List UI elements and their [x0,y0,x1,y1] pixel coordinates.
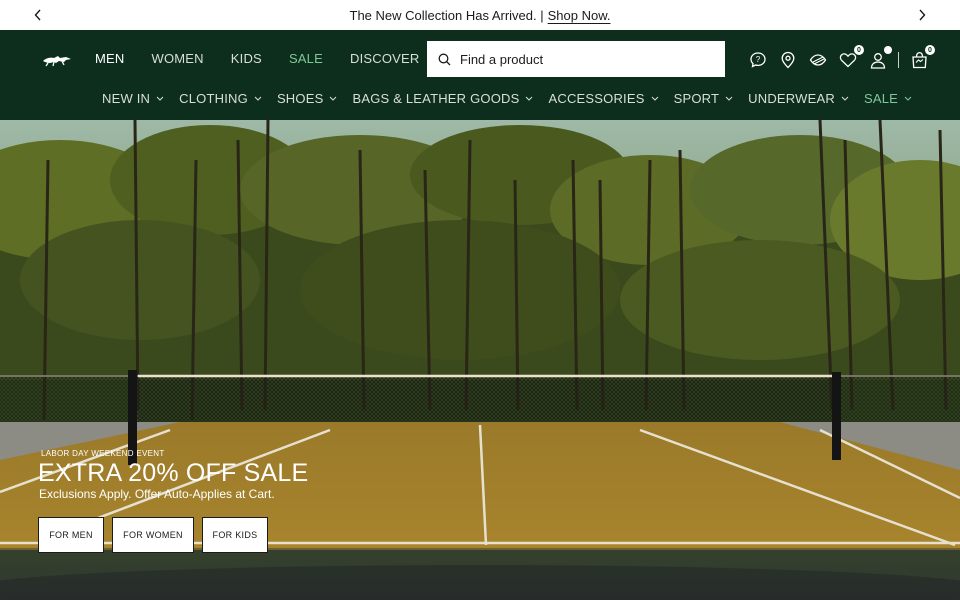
category-new-in[interactable]: NEW IN [102,91,164,106]
club-button[interactable] [808,50,828,70]
announcement-bar: The New Collection Has Arrived. | Shop N… [0,0,960,30]
chevron-down-icon [651,96,658,101]
wishlist-count-badge: 0 [854,45,864,55]
shopping-bag-icon [911,51,927,69]
location-pin-icon [781,51,795,69]
category-label: ACCESSORIES [548,91,645,106]
category-label: NEW IN [102,91,151,106]
chevron-down-icon [156,96,164,101]
main-nav: MEN WOMEN KIDS SALE DISCOVER [95,51,420,66]
cart-count-badge: 0 [925,45,935,55]
chevron-left-icon [34,9,41,21]
nav-kids[interactable]: KIDS [231,51,262,66]
category-sale[interactable]: SALE [864,91,912,106]
cart-button[interactable]: 0 [909,45,935,70]
hero-banner[interactable]: LABOR DAY WEEKEND EVENT EXTRA 20% OFF SA… [0,120,960,600]
header-icons: ? 0 0 [748,45,939,70]
previous-announcement-arrow[interactable] [29,6,47,24]
category-label: SHOES [276,91,324,106]
hero-eyebrow: LABOR DAY WEEKEND EVENT [41,449,165,458]
category-label: SPORT [673,91,720,106]
hero-subline: Exclusions Apply. Offer Auto-Applies at … [39,487,275,501]
category-underwear[interactable]: UNDERWEAR [748,91,849,106]
shop-now-link[interactable]: Shop Now. [548,8,611,23]
shop-men-button[interactable]: FOR MEN [38,517,104,553]
nav-women[interactable]: WOMEN [152,51,204,66]
chevron-down-icon [725,96,733,101]
category-label: SALE [863,91,899,106]
help-chat-icon: ? [750,52,766,68]
chevron-down-icon [904,96,912,101]
crocodile-logo[interactable] [42,52,72,68]
hero-headline: EXTRA 20% OFF SALE [38,459,309,487]
icon-divider [898,52,899,68]
chevron-down-icon [526,96,533,101]
chevron-down-icon [841,96,849,101]
store-locator-button[interactable] [778,50,798,70]
hero-cta-group: FOR MEN FOR WOMEN FOR KIDS [38,517,268,553]
category-nav: NEW IN CLOTHING SHOES BAGS & LEATHER GOO… [102,91,912,106]
nav-men[interactable]: MEN [95,51,125,66]
category-accessories[interactable]: ACCESSORIES [548,91,658,106]
search-box[interactable] [427,41,725,77]
category-sport[interactable]: SPORT [674,91,734,106]
category-label: UNDERWEAR [748,91,835,106]
shop-kids-button[interactable]: FOR KIDS [202,517,268,553]
account-status-dot [884,46,892,54]
club-eye-icon [809,54,827,66]
site-header: MEN WOMEN KIDS SALE DISCOVER ? 0 0 [0,30,960,120]
next-announcement-arrow[interactable] [913,6,931,24]
user-icon [870,52,886,69]
announcement-text: The New Collection Has Arrived. | [349,7,544,23]
nav-sale[interactable]: SALE [289,51,323,66]
account-button[interactable] [868,46,892,70]
category-shoes[interactable]: SHOES [277,91,338,106]
search-icon [438,53,451,65]
help-button[interactable]: ? [748,50,768,70]
nav-discover[interactable]: DISCOVER [350,51,420,66]
shop-women-button[interactable]: FOR WOMEN [112,517,194,553]
chevron-down-icon [330,96,337,101]
heart-icon [839,53,857,68]
wishlist-button[interactable]: 0 [838,45,864,70]
svg-text:?: ? [756,55,761,64]
chevron-right-icon [919,9,926,21]
category-clothing[interactable]: CLOTHING [179,91,262,106]
search-input[interactable] [460,51,700,67]
chevron-down-icon [254,96,262,101]
category-label: CLOTHING [179,91,248,106]
category-bags-leather-goods[interactable]: BAGS & LEATHER GOODS [352,91,533,106]
category-label: BAGS & LEATHER GOODS [352,91,520,106]
